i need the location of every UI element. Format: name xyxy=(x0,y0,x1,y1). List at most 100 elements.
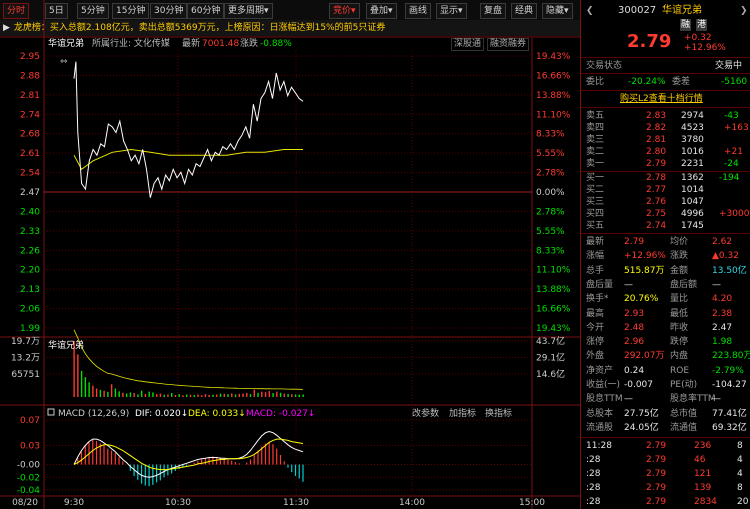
buy-volume: 1047 xyxy=(681,197,704,207)
stat-value: — xyxy=(624,394,633,405)
tick-time: :28 xyxy=(586,497,601,507)
stat-label: 昨收 xyxy=(670,322,689,333)
buy-price: 2.78 xyxy=(646,173,667,183)
volume-bar xyxy=(88,382,90,397)
pct-tick-label: 5.55% xyxy=(536,227,565,237)
sell-level-label: 卖一 xyxy=(586,159,605,169)
sell-price: 2.82 xyxy=(646,123,667,133)
stat-label: 涨跌 xyxy=(670,251,689,262)
status-value: 交易中 xyxy=(715,61,743,71)
switch-indicator-button[interactable]: 换指标 xyxy=(485,407,512,419)
price-tick-label: 1.99 xyxy=(20,324,40,334)
buy-l2-link[interactable]: 购买L2查看十档行情 xyxy=(620,93,703,105)
volume-bar xyxy=(133,393,135,397)
stat-row: 总股本 27.75亿 总市值 77.41亿 xyxy=(584,408,748,420)
stat-value: 0.24 xyxy=(624,365,645,376)
volume-bar xyxy=(272,393,274,397)
buy-volume: 1014 xyxy=(681,185,704,195)
volume-average-line xyxy=(73,329,304,390)
buy-change: +3000 xyxy=(719,209,750,219)
volume-bar xyxy=(283,393,286,397)
macd-tick-label: 0.03 xyxy=(20,441,40,451)
stat-label: 外盘 xyxy=(586,351,605,362)
stat-value: 13.50亿 xyxy=(712,265,747,276)
stat-row: 净资产 0.24 ROE -2.79% xyxy=(584,365,748,377)
add-indicator-button[interactable]: 加指标 xyxy=(449,407,476,419)
volume-bar xyxy=(216,394,218,397)
stat-label: 股息率TTM xyxy=(670,394,716,405)
volume-tick-label: 13.2万 xyxy=(11,353,40,363)
tick-price: 2.79 xyxy=(646,455,667,465)
volume-bar xyxy=(212,394,214,397)
volume-bar xyxy=(118,391,120,397)
price-line xyxy=(73,61,304,198)
quote-panel: ❮ 300027 华谊兄弟 ❯ 融 港 2.79 +0.32 +12.96% 交… xyxy=(580,0,750,509)
amount-tick-label: 43.7亿 xyxy=(536,335,565,347)
tick-volume: 236 xyxy=(694,441,712,451)
pct-tick-label: 0.00% xyxy=(536,188,565,198)
stat-row: 最高 2.93 最低 2.38 xyxy=(584,308,748,320)
stat-value: 2.96 xyxy=(624,337,645,348)
stat-label: 量比 xyxy=(670,294,689,305)
sell-level-row: 卖四 2.82 4523 +163 xyxy=(584,122,749,134)
volume-bar xyxy=(223,393,225,397)
forward-arrow-icon[interactable]: ❯ xyxy=(740,4,748,18)
pct-tick-label: 5.55% xyxy=(536,149,565,159)
buy-level-label: 买二 xyxy=(586,185,605,195)
buy-volume: 4996 xyxy=(681,209,704,219)
stat-value: 515.87万 xyxy=(624,265,665,276)
stat-label: PE(动) xyxy=(670,380,698,390)
stat-label: 最高 xyxy=(586,308,605,319)
stat-value: 27.75亿 xyxy=(624,408,659,419)
tick-time: :28 xyxy=(586,469,601,479)
back-arrow-icon[interactable]: ❮ xyxy=(586,4,594,18)
stat-value: 24.05亿 xyxy=(624,422,659,433)
volume-bar xyxy=(171,393,173,397)
stat-value: 1.98 xyxy=(712,337,733,348)
stock-name: 华谊兄弟 xyxy=(662,5,702,16)
intraday-chart[interactable]: 2.95 19.43% 2.88 16.66% 2.81 13.88% 2.74 11.10%… xyxy=(0,0,580,509)
expand-icon[interactable]: ⇔ xyxy=(60,57,68,67)
sell-level-row: 卖五 2.83 2974 -43 xyxy=(584,110,748,122)
volume-tick-label: 19.7万 xyxy=(11,337,40,347)
current-price: 2.79 xyxy=(627,31,672,52)
buy-change: -194 xyxy=(719,173,740,183)
stock-code: 300027 xyxy=(618,5,657,16)
macd-tick-label: -0.04 xyxy=(17,486,41,496)
order-diff-label: 委差 xyxy=(672,77,691,87)
volume-bar xyxy=(291,394,293,397)
sell-price: 2.80 xyxy=(646,147,667,157)
stat-row: 总手 515.87万 金额 13.50亿 xyxy=(584,265,748,277)
change-params-button[interactable]: 改参数 xyxy=(412,407,439,419)
volume-bar xyxy=(163,394,165,397)
time-tick-label: 14:00 xyxy=(399,498,425,508)
macd-macd-value: MACD: -0.027↓ xyxy=(246,409,315,419)
lower-stock-name: 华谊兄弟 xyxy=(48,339,84,351)
tick-row: :28 2.79 139 8 xyxy=(584,482,748,494)
stat-value: -0.007 xyxy=(624,380,654,390)
sell-price: 2.83 xyxy=(646,111,667,121)
volume-bar xyxy=(201,395,203,397)
volume-bar xyxy=(189,394,192,397)
sell-volume: 4523 xyxy=(681,123,704,133)
volume-bar xyxy=(238,393,240,397)
tick-row: :28 2.79 46 4 xyxy=(584,454,748,466)
buy-level-row: 买五 2.74 1745 xyxy=(584,220,748,232)
stat-value: -104.27 xyxy=(712,380,747,390)
volume-bar xyxy=(167,394,169,397)
buy-volume: 1745 xyxy=(681,221,704,231)
stat-label: 最新 xyxy=(586,237,605,247)
stat-label: 股息TTM xyxy=(586,394,623,405)
buy-price: 2.75 xyxy=(646,209,667,219)
buy-level-label: 买四 xyxy=(586,209,605,219)
macd-toggle-icon[interactable] xyxy=(47,408,55,416)
price-tick-label: 2.95 xyxy=(20,52,40,62)
sell-level-row: 卖二 2.80 1016 +21 xyxy=(584,146,748,158)
macd-tick-label: 0.07 xyxy=(20,416,40,426)
buy-price: 2.74 xyxy=(646,221,667,231)
stat-label: 总市值 xyxy=(670,408,698,419)
buy-price: 2.76 xyxy=(646,197,667,207)
stat-value: — xyxy=(712,394,721,405)
stat-label: ROE xyxy=(670,365,690,376)
stat-row: 今开 2.48 昨收 2.47 xyxy=(584,322,748,334)
